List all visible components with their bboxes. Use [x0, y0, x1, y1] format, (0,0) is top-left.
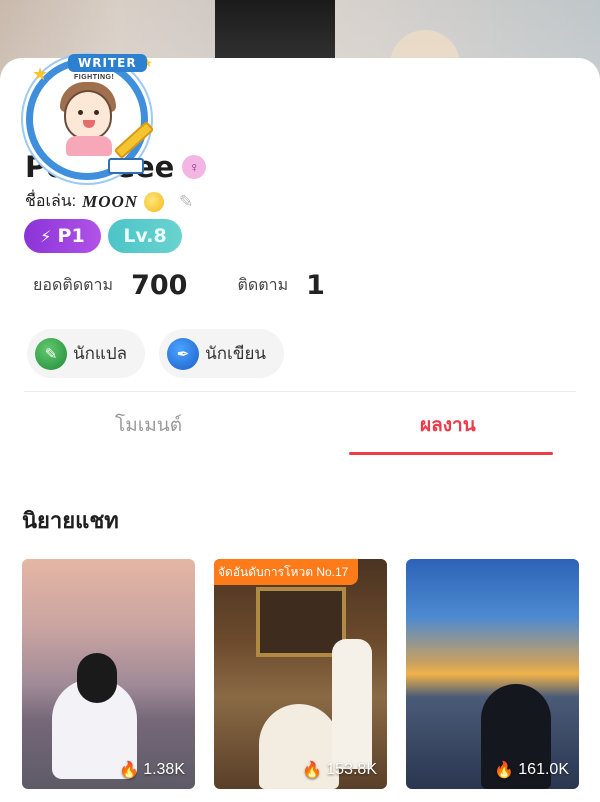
avatar[interactable]: ★ ★ WRITER FIGHTING! — [22, 54, 155, 183]
nickname-value: MOON — [82, 191, 139, 211]
profile-tabs: โมเมนต์ ผลงาน — [0, 392, 600, 456]
lightning-icon: ⚡ — [40, 226, 52, 246]
writer-badge: WRITER — [68, 54, 147, 72]
active-tab-indicator — [349, 452, 553, 455]
following-count[interactable]: 1 — [306, 270, 325, 301]
pen-nib-icon: ✒ — [167, 337, 200, 370]
role-chips: ✎ นักแปล ✒ นักเขียน — [27, 329, 285, 378]
follow-stats: ยอดติดตาม 700 ติดตาม 1 — [33, 270, 325, 301]
nickname-row: ชื่อเล่น: MOON ✎ — [25, 189, 196, 214]
profile-tags: ⚡ P1 Lv.8 — [24, 219, 182, 253]
view-count: 🔥 161.0K — [494, 761, 569, 779]
edit-icon[interactable]: ✎ — [176, 192, 196, 212]
rank-badge[interactable]: ⚡ P1 — [24, 219, 101, 253]
fire-icon: 🔥 — [302, 762, 323, 779]
followers-label[interactable]: ยอดติดตาม — [33, 273, 113, 298]
moon-emoji-icon — [144, 191, 165, 212]
work-card[interactable]: 🔥 1.38K — [22, 559, 195, 789]
role-chip-writer[interactable]: ✒ นักเขียน — [159, 329, 285, 378]
works-grid: 🔥 1.38K จัดอันดับการโหวต No.17 🔥 153.8K … — [22, 559, 579, 789]
section-title: นิยายแชท — [22, 508, 119, 533]
fire-icon: 🔥 — [494, 762, 515, 779]
fighting-text: FIGHTING! — [74, 74, 115, 81]
view-count: 🔥 1.38K — [119, 761, 185, 779]
work-card[interactable]: จัดอันดับการโหวต No.17 🔥 153.8K — [214, 559, 387, 789]
nickname-label: ชื่อเล่น: — [25, 193, 77, 210]
book-icon — [108, 158, 144, 174]
view-count: 🔥 153.8K — [302, 761, 377, 779]
followers-count[interactable]: 700 — [131, 270, 187, 301]
tab-moment[interactable]: โมเมนต์ — [115, 410, 182, 440]
role-chip-translator[interactable]: ✎ นักแปล — [27, 329, 146, 378]
female-symbol-icon: ♀ — [182, 155, 207, 179]
following-label[interactable]: ติดตาม — [237, 273, 288, 298]
rank-label: จัดอันดับการโหวต No.17 — [214, 559, 359, 585]
level-badge[interactable]: Lv.8 — [108, 219, 182, 253]
star-icon: ★ — [32, 64, 49, 84]
tab-works[interactable]: ผลงาน — [420, 410, 476, 440]
profile-card: ★ ★ WRITER FIGHTING! Pookieee ♀ ชื่อเล่น… — [0, 54, 600, 802]
fire-icon: 🔥 — [119, 762, 140, 779]
translator-icon: ✎ — [35, 337, 67, 370]
work-card[interactable]: 🔥 161.0K — [406, 559, 579, 789]
